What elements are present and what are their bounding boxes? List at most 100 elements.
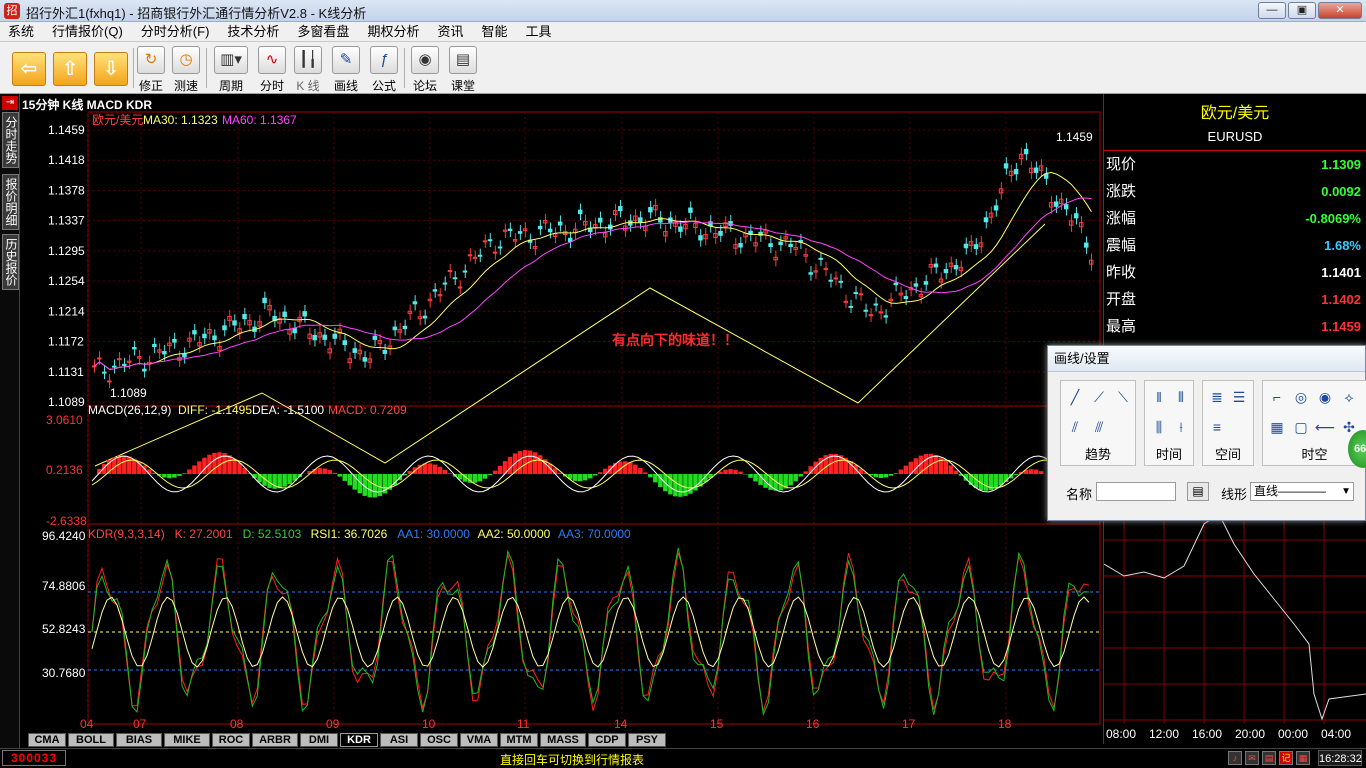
classroom-icon: ▤ <box>449 46 477 74</box>
up-button[interactable]: ⇧ <box>53 46 87 92</box>
trend-group: ╱ ⟋ ⟍ ⫽ ⫻ 趋势 <box>1060 380 1136 466</box>
macd-bar <box>933 454 939 474</box>
level-line-icon[interactable]: ≡ <box>1207 417 1227 437</box>
kdr-legend-label: RSI1: 36.7026 <box>311 527 388 541</box>
speedtest-label: 测速 <box>173 79 198 93</box>
candle-body <box>808 272 813 275</box>
macd-bar <box>648 474 653 478</box>
draw-button[interactable]: ✎ 画线 <box>332 46 360 93</box>
macd-bar <box>893 472 899 474</box>
candle-body <box>838 280 843 283</box>
mail-icon[interactable]: ✉ <box>1245 751 1259 765</box>
close-button[interactable]: ✕ <box>1318 2 1362 19</box>
period-button[interactable]: ▥▾ 周期 <box>214 46 248 93</box>
channel-line-icon[interactable]: ⫻ <box>1089 417 1109 437</box>
grid-icon[interactable]: ▦ <box>1267 417 1287 437</box>
x-tick-label: 16 <box>806 717 820 731</box>
title-bar: 招 招行外汇1(fxhq1) - 招商银行外汇通行情分析V2.8 - K线分析 … <box>0 0 1366 22</box>
candle-body <box>788 243 793 247</box>
candle-body <box>853 292 859 295</box>
quote-row-label: 涨跌 <box>1106 183 1137 200</box>
gann-fan-icon[interactable]: ⟵ <box>1315 417 1335 437</box>
time-cycle-icon[interactable]: ‖ <box>1149 387 1169 407</box>
candle-body <box>232 320 237 326</box>
classroom-button[interactable]: ▤ 课堂 <box>449 46 477 93</box>
forum-label: 论坛 <box>412 79 437 93</box>
back-button[interactable]: ⇦ <box>12 46 46 92</box>
network-icon[interactable]: ▦ <box>1296 751 1310 765</box>
candle-body <box>883 315 889 318</box>
candle-body <box>352 348 358 353</box>
fan-icon[interactable]: ⟡ <box>1339 387 1359 407</box>
indicator-tab-kdr[interactable]: KDR <box>340 733 378 747</box>
correct-button[interactable]: ↻ 修正 <box>137 46 165 93</box>
circle-icon[interactable]: ◎ <box>1291 387 1311 407</box>
menu-item-news[interactable]: 资讯 <box>437 22 463 41</box>
indicator-tab-cdp[interactable]: CDP <box>588 733 626 747</box>
candle-body <box>447 270 453 273</box>
menu-item-timeshare[interactable]: 分时分析(F) <box>141 22 210 41</box>
candle-body <box>903 296 909 300</box>
name-browse-button[interactable]: ▤ <box>1187 482 1209 501</box>
percent-line-icon[interactable]: ≣ <box>1207 387 1227 407</box>
name-input[interactable] <box>1096 482 1176 501</box>
rectangle-icon[interactable]: ⌐ <box>1267 387 1287 407</box>
ellipse-icon[interactable]: ▢ <box>1291 417 1311 437</box>
ray-line-icon[interactable]: ╱ <box>1065 387 1085 407</box>
quote-row-label: 震幅 <box>1106 237 1137 254</box>
indicator-tab-roc[interactable]: ROC <box>212 733 250 747</box>
indicator-tab-arbr[interactable]: ARBR <box>252 733 298 747</box>
kline-button[interactable]: ┃╽ K 线 <box>294 46 322 93</box>
macd-bar <box>628 462 633 474</box>
indicator-tab-mtm[interactable]: MTM <box>500 733 538 747</box>
macd-bar <box>212 452 217 474</box>
indicator-tab-boll[interactable]: BOLL <box>68 733 114 747</box>
kdr-legend-label: D: 52.5103 <box>243 527 302 541</box>
minimize-button[interactable]: — <box>1258 2 1286 19</box>
menu-item-system[interactable]: 系统 <box>8 22 34 41</box>
maximize-button[interactable]: ▣ <box>1288 2 1316 19</box>
time-ratio-icon[interactable]: ⟊ <box>1171 417 1191 437</box>
candle-body <box>823 267 828 270</box>
menu-item-quotes[interactable]: 行情报价(Q) <box>52 22 123 41</box>
menu-item-smart[interactable]: 智能 <box>481 22 507 41</box>
arrow-line-icon[interactable]: ⟍ <box>1113 387 1133 407</box>
speedtest-button[interactable]: ◷ 测速 <box>172 46 200 93</box>
macd-bar <box>122 455 127 474</box>
spiral-icon[interactable]: ◉ <box>1315 387 1335 407</box>
macd-bar <box>507 456 513 474</box>
indicator-tab-bias[interactable]: BIAS <box>116 733 162 747</box>
menu-item-options[interactable]: 期权分析 <box>367 22 419 41</box>
parallel-line-icon[interactable]: ⫽ <box>1065 417 1085 437</box>
note-icon[interactable]: ▤ <box>1262 751 1276 765</box>
line-type-select[interactable]: 直线———— ▼ <box>1250 482 1354 501</box>
indicator-tab-mass[interactable]: MASS <box>540 733 586 747</box>
sound-icon[interactable]: ♪ <box>1228 751 1242 765</box>
macd-bar <box>477 474 483 482</box>
down-button[interactable]: ⇩ <box>94 46 128 92</box>
fib-time-icon[interactable]: ⦀ <box>1171 387 1191 407</box>
macd-bar <box>582 474 588 481</box>
formula-button[interactable]: ƒ 公式 <box>370 46 398 93</box>
indicator-tab-osc[interactable]: OSC <box>420 733 458 747</box>
menu-item-multiwindow[interactable]: 多窗看盘 <box>297 22 349 41</box>
menu-item-tools[interactable]: 工具 <box>525 22 551 41</box>
indicator-tab-cma[interactable]: CMA <box>28 733 66 747</box>
indicator-tab-asi[interactable]: ASI <box>380 733 418 747</box>
indicator-tab-vma[interactable]: VMA <box>460 733 498 747</box>
name-label: 名称 <box>1066 487 1093 502</box>
forum-button[interactable]: ◉ 论坛 <box>411 46 439 93</box>
indicator-tab-dmi[interactable]: DMI <box>300 733 338 747</box>
indicator-tab-psy[interactable]: PSY <box>628 733 666 747</box>
menu-item-technical[interactable]: 技术分析 <box>227 22 279 41</box>
time-group: ‖ ⦀ ⫼ ⟊ 时间 <box>1144 380 1194 466</box>
kline-chart[interactable]: 1.1459 1.1418 1.1378 1.1337 1.1295 1.1254 1.12… <box>0 94 1102 744</box>
gold-line-icon[interactable]: ☰ <box>1229 387 1249 407</box>
record-icon[interactable]: 记 <box>1279 751 1293 765</box>
candle-body <box>107 380 112 383</box>
indicator-tab-mike[interactable]: MIKE <box>164 733 210 747</box>
timeshare-button[interactable]: ∿ 分时 <box>258 46 286 93</box>
segment-line-icon[interactable]: ⟋ <box>1089 387 1109 407</box>
kdr-legend-label: AA1: 30.0000 <box>397 527 470 541</box>
time-zone-icon[interactable]: ⫼ <box>1149 417 1169 437</box>
